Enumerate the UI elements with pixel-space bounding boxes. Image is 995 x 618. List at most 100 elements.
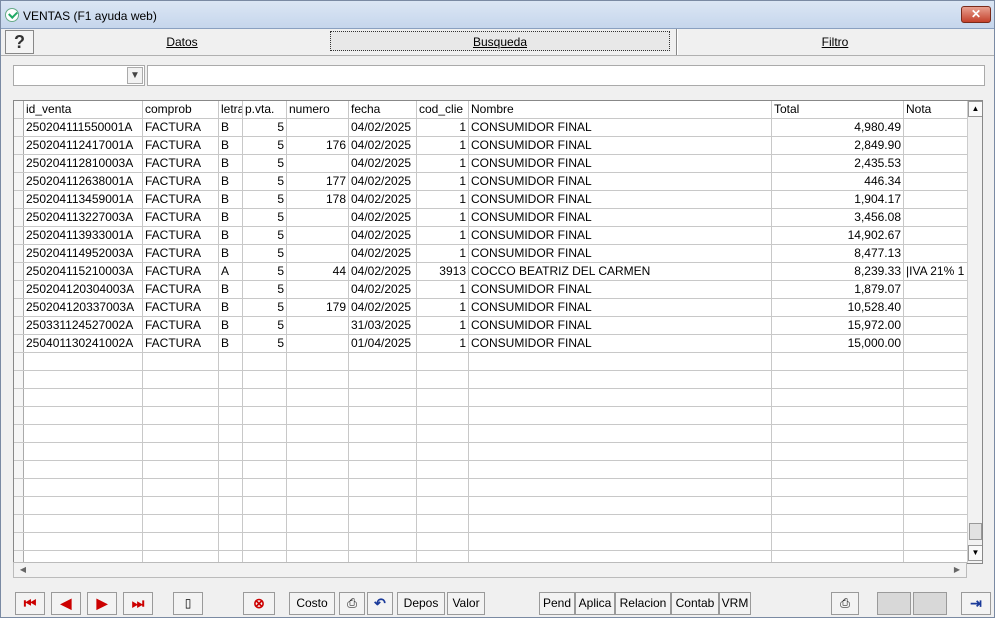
table-cell: 04/02/2025 (349, 245, 417, 263)
help-button[interactable]: ? (5, 30, 34, 54)
blank-button-1[interactable] (877, 592, 911, 615)
new-button[interactable]: ▯ (173, 592, 203, 615)
new-document-icon: ▯ (184, 596, 192, 610)
column-header[interactable]: Total (772, 101, 904, 119)
table-row[interactable]: 250204113459001A FACTURA B 5 178 04/02/2025 1 C… (14, 191, 968, 209)
vrm-button[interactable]: VRM (719, 592, 751, 615)
table-cell: COCCO BEATRIZ DEL CARMEN (469, 263, 772, 281)
table-row[interactable]: 250204113227003A FACTURA B 5 04/02/2025 1 CONS… (14, 209, 968, 227)
table-row[interactable]: 250204114952003A FACTURA B 5 04/02/2025 1 CONS… (14, 245, 968, 263)
column-header[interactable]: numero (287, 101, 349, 119)
column-header[interactable]: letra (219, 101, 243, 119)
table-cell: CONSUMIDOR FINAL (469, 137, 772, 155)
scroll-up-icon[interactable]: ▲ (968, 101, 982, 117)
scroll-thumb[interactable] (969, 523, 982, 540)
search-input[interactable] (147, 65, 985, 86)
vertical-scrollbar[interactable]: ▲ ▼ (967, 101, 982, 563)
header-row: id_venta comprob letra p.vta. numero fecha cod… (14, 101, 968, 119)
table-row[interactable] (14, 425, 968, 443)
table-row[interactable]: 250204112417001A FACTURA B 5 176 04/02/2025 1 C… (14, 137, 968, 155)
table-cell (143, 371, 219, 389)
table-row[interactable]: 250204111550001A FACTURA B 5 04/02/2025 1 CONS… (14, 119, 968, 137)
table-cell (417, 371, 469, 389)
delete-button[interactable]: ⊗ (243, 592, 275, 615)
exit-button[interactable]: ⇥ (961, 592, 991, 615)
table-row[interactable]: 250204115210003A FACTURA A 5 44 04/02/2025 391… (14, 263, 968, 281)
scroll-left-icon[interactable]: ◀ (16, 563, 30, 577)
table-cell (287, 407, 349, 425)
tab-busqueda[interactable]: Busqueda (330, 31, 670, 51)
table-row[interactable]: 250331124527002A FACTURA B 5 31/03/2025 1 CONS… (14, 317, 968, 335)
table-cell: 250204115210003A (24, 263, 143, 281)
column-header[interactable]: Nombre (469, 101, 772, 119)
search-field-combo[interactable]: ▼ (13, 65, 145, 86)
table-cell: B (219, 227, 243, 245)
table-cell (904, 335, 968, 353)
column-header[interactable]: p.vta. (243, 101, 287, 119)
blank-button-2[interactable] (913, 592, 947, 615)
table-row[interactable] (14, 533, 968, 551)
table-row[interactable]: 250204112810003A FACTURA B 5 04/02/2025 1 CONS… (14, 155, 968, 173)
table-cell: 1,879.07 (772, 281, 904, 299)
table-row[interactable] (14, 407, 968, 425)
scroll-right-icon[interactable]: ▶ (950, 563, 964, 577)
table-cell (772, 533, 904, 551)
table-cell (417, 425, 469, 443)
print-button[interactable]: ⎙ (339, 592, 365, 615)
undo-button[interactable]: ↶ (367, 592, 393, 615)
table-row[interactable]: 250204120304003A FACTURA B 5 04/02/2025 1 CONS… (14, 281, 968, 299)
table-cell (287, 425, 349, 443)
table-row[interactable] (14, 479, 968, 497)
depos-button[interactable]: Depos (397, 592, 445, 615)
table-cell: 10,528.40 (772, 299, 904, 317)
tab-filtro[interactable]: Filtro (679, 30, 991, 54)
relacion-button[interactable]: Relacion (615, 592, 671, 615)
costo-button[interactable]: Costo (289, 592, 335, 615)
table-cell: FACTURA (143, 209, 219, 227)
table-cell (143, 497, 219, 515)
table-row[interactable] (14, 371, 968, 389)
close-button[interactable]: ✕ (961, 6, 991, 23)
chevron-down-icon[interactable]: ▼ (127, 67, 143, 84)
print-report-button[interactable]: ⎙ (831, 592, 859, 615)
table-cell (219, 371, 243, 389)
tab-datos[interactable]: Datos (37, 30, 327, 54)
table-cell: CONSUMIDOR FINAL (469, 155, 772, 173)
column-header[interactable]: id_venta (24, 101, 143, 119)
table-cell: 1,904.17 (772, 191, 904, 209)
table-row[interactable]: 250204120337003A FACTURA B 5 179 04/02/2025 1 C… (14, 299, 968, 317)
table-cell: B (219, 191, 243, 209)
title-bar: VENTAS (F1 ayuda web) ✕ (1, 1, 994, 29)
horizontal-scrollbar[interactable]: ◀ ▶ (13, 562, 967, 578)
next-record-button[interactable]: ▶ (87, 592, 117, 615)
scroll-down-icon[interactable]: ▼ (968, 545, 982, 561)
table-row[interactable] (14, 515, 968, 533)
table-cell (349, 479, 417, 497)
prev-record-button[interactable]: ◀ (51, 592, 81, 615)
column-header[interactable]: comprob (143, 101, 219, 119)
table-cell: 1 (417, 281, 469, 299)
table-row[interactable] (14, 389, 968, 407)
table-row[interactable] (14, 461, 968, 479)
valor-button[interactable]: Valor (447, 592, 485, 615)
column-header[interactable]: Nota (904, 101, 968, 119)
table-row[interactable]: 250204113933001A FACTURA B 5 04/02/2025 1 CONS… (14, 227, 968, 245)
table-row[interactable] (14, 497, 968, 515)
sales-grid[interactable]: id_venta comprob letra p.vta. numero fecha cod… (13, 100, 983, 564)
column-header[interactable]: fecha (349, 101, 417, 119)
aplica-button[interactable]: Aplica (575, 592, 615, 615)
table-row[interactable]: 250204112638001A FACTURA B 5 177 04/02/2025 1 C… (14, 173, 968, 191)
table-cell: 250204120337003A (24, 299, 143, 317)
contab-button[interactable]: Contab (671, 592, 719, 615)
table-cell (772, 425, 904, 443)
table-row[interactable]: 250401130241002A FACTURA B 5 01/04/2025 1 CONS… (14, 335, 968, 353)
table-cell: 1 (417, 137, 469, 155)
last-record-button[interactable]: ⏭ (123, 592, 153, 615)
tab-filtro-label: Filtro (821, 35, 849, 49)
table-row[interactable] (14, 443, 968, 461)
first-record-button[interactable]: ⏮ (15, 592, 45, 615)
table-cell (904, 227, 968, 245)
pend-button[interactable]: Pend (539, 592, 575, 615)
table-row[interactable] (14, 353, 968, 371)
column-header[interactable]: cod_clie (417, 101, 469, 119)
